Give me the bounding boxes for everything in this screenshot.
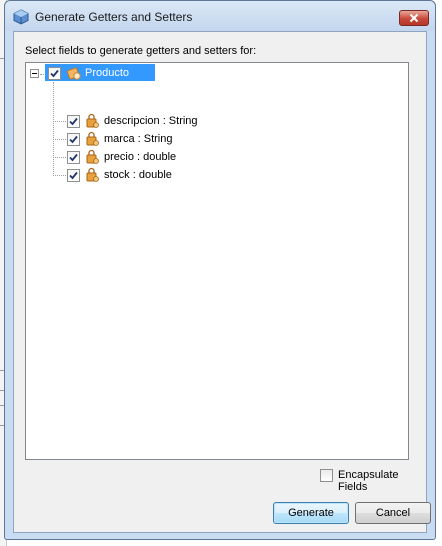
private-field-icon <box>86 131 99 146</box>
private-field-icon <box>86 167 99 182</box>
close-button[interactable] <box>399 10 429 26</box>
field-checkbox[interactable] <box>67 169 80 182</box>
tree-connector <box>53 82 54 176</box>
encapsulate-fields-label[interactable]: Encapsulate Fields <box>338 469 426 493</box>
collapse-toggle[interactable] <box>30 69 39 78</box>
field-checkbox[interactable] <box>67 133 80 146</box>
field-label: marca : String <box>104 133 173 145</box>
private-field-icon <box>86 149 99 164</box>
instruction-label: Select fields to generate getters and se… <box>25 45 257 57</box>
tree-connector <box>53 175 66 176</box>
close-icon <box>409 13 419 23</box>
dialog-title: Generate Getters and Setters <box>35 10 193 24</box>
fields-tree[interactable]: Producto descripcion : String marca: St… <box>25 62 409 460</box>
field-label: precio : double <box>104 151 177 163</box>
checkmark-icon <box>69 117 78 126</box>
checkmark-icon <box>50 69 59 78</box>
generate-getters-setters-dialog: Generate Getters and Setters Select fiel… <box>4 0 436 540</box>
field-checkbox[interactable] <box>67 151 80 164</box>
checkmark-icon <box>69 153 78 162</box>
netbeans-cube-icon <box>13 9 29 25</box>
field-checkbox[interactable] <box>67 115 80 128</box>
encapsulate-fields-checkbox[interactable] <box>320 469 333 482</box>
root-checkbox[interactable] <box>48 67 61 80</box>
tree-root-label: Producto <box>85 67 130 79</box>
title-bar[interactable]: Generate Getters and Setters <box>5 1 435 31</box>
checkmark-icon <box>69 171 78 180</box>
tree-connector <box>53 121 66 122</box>
tree-connector <box>53 139 66 140</box>
field-label: stock : double <box>104 169 172 181</box>
private-field-icon <box>86 113 99 128</box>
generate-button[interactable]: Generate <box>273 502 349 524</box>
cancel-button[interactable]: Cancel <box>355 502 431 524</box>
dialog-content: Select fields to generate getters and se… <box>13 31 431 533</box>
class-icon <box>66 67 81 80</box>
field-label: descripcion : String <box>104 115 198 127</box>
tree-connector <box>53 157 66 158</box>
checkmark-icon <box>69 135 78 144</box>
